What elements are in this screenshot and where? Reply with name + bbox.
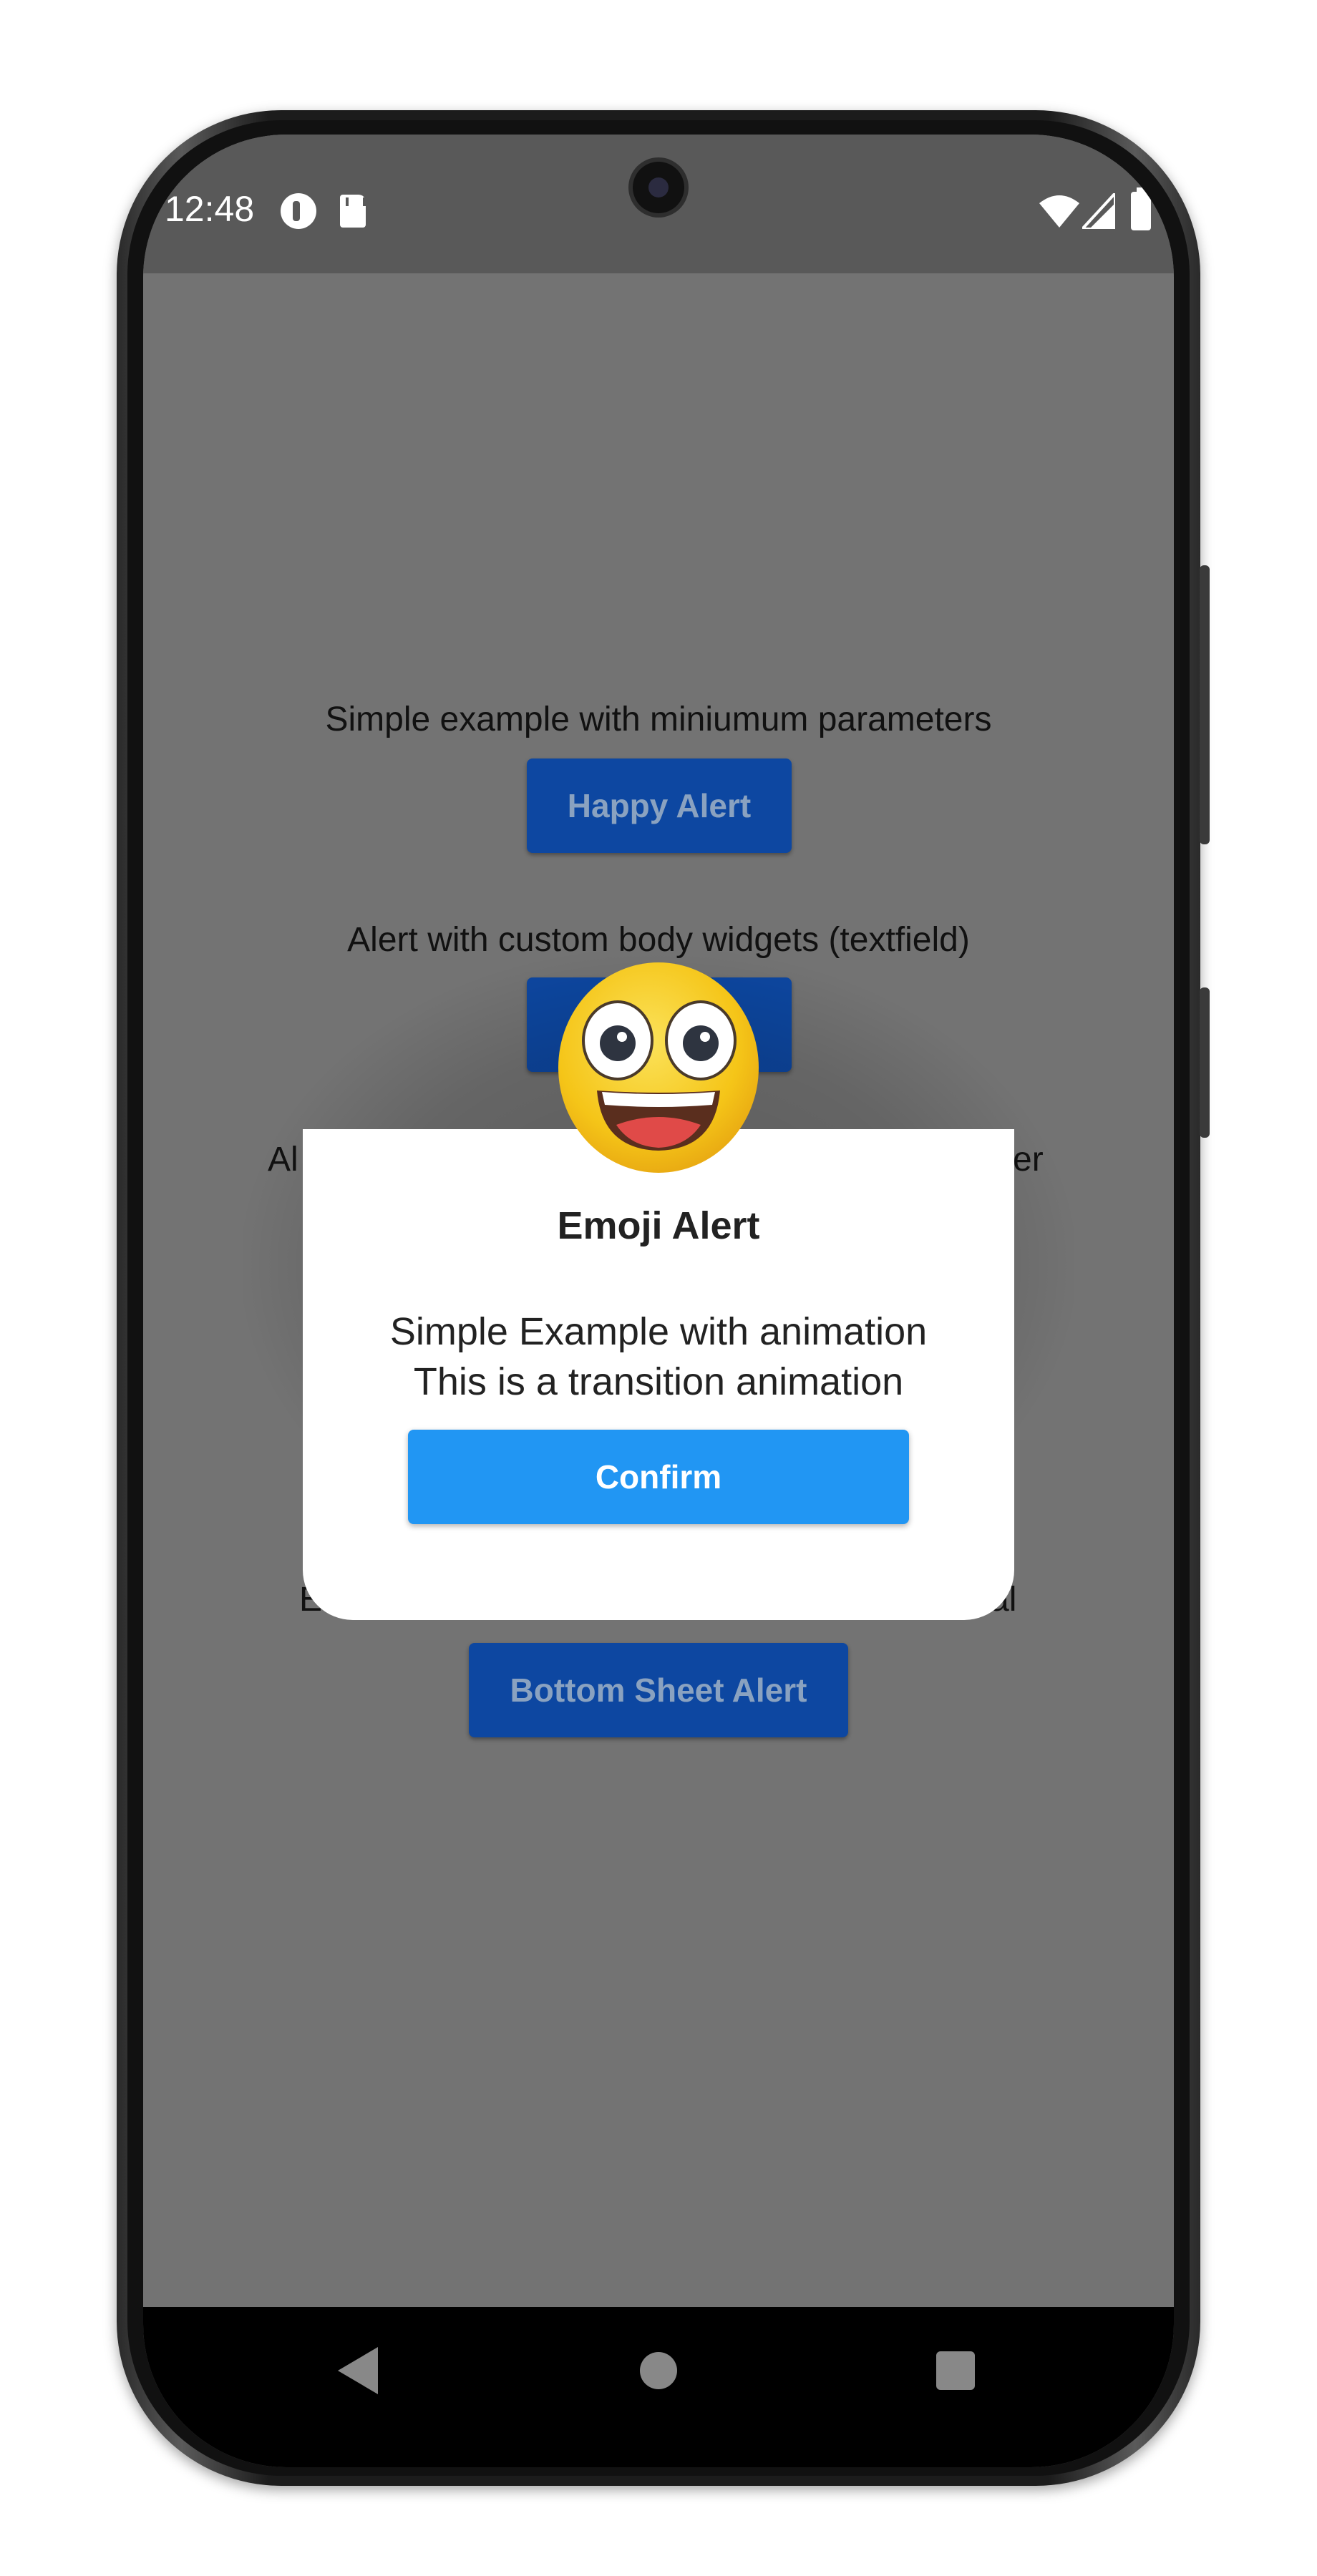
- wifi-icon: [1039, 195, 1079, 228]
- happy-alert-button[interactable]: Happy Alert: [527, 758, 792, 853]
- dialog-message-line-2: This is a transition animation: [413, 1360, 904, 1403]
- status-bar: 12:48: [143, 135, 1174, 273]
- status-time: 12:48: [165, 189, 255, 229]
- app-notification-icon: [281, 193, 316, 229]
- battery-icon: [1131, 187, 1151, 230]
- dialog-title: Emoji Alert: [557, 1204, 760, 1247]
- grinning-face-icon: [558, 962, 759, 1173]
- sd-card-icon: [340, 195, 366, 228]
- phone-screen: 12:48 Simple example with miniumum param…: [143, 135, 1174, 2467]
- power-button: [1200, 987, 1210, 1138]
- confirm-button[interactable]: Confirm: [408, 1430, 909, 1524]
- back-icon[interactable]: [338, 2346, 381, 2396]
- bottom-sheet-alert-button[interactable]: Bottom Sheet Alert: [469, 1643, 848, 1737]
- recent-apps-icon[interactable]: [936, 2351, 975, 2390]
- dialog-message: Simple Example with animation This is a …: [143, 1307, 1174, 1407]
- home-icon[interactable]: [640, 2352, 677, 2389]
- dialog-message-line-1: Simple Example with animation: [389, 1310, 928, 1353]
- signal-icon: [1082, 193, 1115, 229]
- section-label-simple: Simple example with miniumum parameters: [325, 701, 992, 738]
- front-camera: [633, 162, 684, 213]
- volume-button: [1200, 565, 1210, 844]
